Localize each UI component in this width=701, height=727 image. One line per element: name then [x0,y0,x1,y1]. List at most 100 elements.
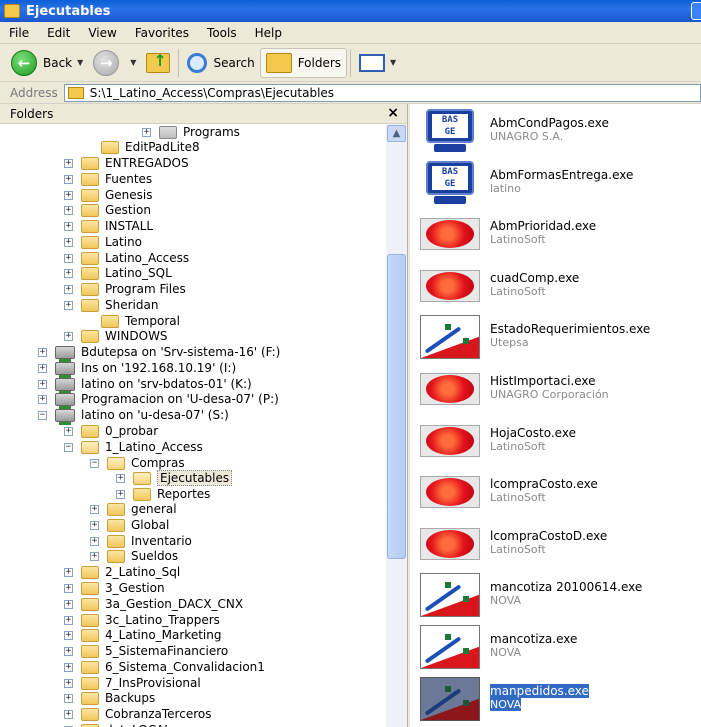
tree-item[interactable]: +4_Latino_Marketing [64,627,221,643]
back-button[interactable]: ← Back ▼ [6,47,88,79]
tree-item[interactable]: +datoLOCAL [64,722,171,727]
collapse-icon[interactable]: − [38,410,47,420]
scroll-up-icon[interactable]: ▲ [387,125,406,142]
tree-item[interactable]: + latino on 'srv-bdatos-01' (K:) [38,376,252,394]
tree-item[interactable]: + Inventario [90,533,192,549]
address-input[interactable]: S:\1_Latino_Access\Compras\Ejecutables [63,83,701,102]
views-dropdown-icon[interactable]: ▼ [390,58,396,67]
menu-file[interactable]: File [0,26,38,40]
file-item[interactable]: BAS GE AbmFormasEntrega.exe latino [418,157,701,207]
minimize-button[interactable] [691,2,701,20]
expand-icon[interactable]: + [64,615,73,625]
expand-icon[interactable]: + [64,583,73,593]
file-item[interactable]: lcompraCostoD.exe LatinoSoft [418,518,701,568]
expand-icon[interactable]: + [90,536,99,546]
tree-item[interactable]: + WINDOWS [64,328,168,344]
tree-item[interactable]: − latino on 'u-desa-07' (S:) [38,407,229,425]
expand-icon[interactable]: + [64,567,73,577]
tree-item[interactable]: + Sheridan [64,297,158,313]
folders-button[interactable]: Folders [259,47,348,78]
tree-item[interactable]: + ENTREGADOS [64,155,189,171]
menu-view[interactable]: View [79,26,125,40]
tree-item[interactable]: EditPadLite8 [84,139,200,155]
file-item[interactable]: HojaCosto.exe LatinoSoft [418,415,701,465]
expand-icon[interactable]: + [64,205,73,215]
tree-item[interactable]: + INSTALL [64,218,153,234]
file-item[interactable]: cuadComp.exe LatinoSoft [418,260,701,310]
tree-item[interactable]: + Backups [64,690,155,706]
tree-item[interactable]: +6_Sistema_Convalidacion1 [64,659,265,675]
tree-item[interactable]: + Ejecutables [116,470,233,486]
tree-item[interactable]: + Ins on '192.168.10.19' (I:) [38,360,236,378]
tree-item[interactable]: Temporal [84,313,180,329]
tree-item[interactable]: + Genesis [64,187,153,203]
collapse-icon[interactable]: − [64,442,73,452]
expand-icon[interactable]: + [64,221,73,231]
expand-icon[interactable]: + [64,426,73,436]
tree-item[interactable]: +2_Latino_Sql [64,564,180,580]
expand-icon[interactable]: + [90,551,99,561]
menu-help[interactable]: Help [246,26,291,40]
tree-item[interactable]: + Program Files [64,281,186,297]
file-item[interactable]: EstadoRequerimientos.exe Utepsa [418,311,701,361]
tree-item[interactable]: +3a_Gestion_DACX_CNX [64,596,243,612]
menu-edit[interactable]: Edit [38,26,79,40]
tree-item[interactable]: +3c_Latino_Trappers [64,612,220,628]
expand-icon[interactable]: + [90,520,99,530]
file-item[interactable]: BAS GE AbmCondPagos.exe UNAGRO S.A. [418,105,701,155]
expand-icon[interactable]: + [64,174,73,184]
expand-icon[interactable]: + [38,394,47,404]
tree-item[interactable]: +0_probar [64,423,158,439]
close-icon[interactable]: × [387,105,399,121]
tree-item[interactable]: − 1_Latino_Access [64,439,203,455]
folder-tree-scrollbar[interactable]: ▲ [386,124,407,727]
tree-item[interactable]: +5_SistemaFinanciero [64,643,228,659]
tree-item[interactable]: + general [90,501,177,517]
expand-icon[interactable]: + [64,331,73,341]
expand-icon[interactable]: + [38,379,47,389]
file-item[interactable]: lcompraCosto.exe LatinoSoft [418,466,701,516]
expand-icon[interactable]: + [116,489,125,499]
forward-dropdown-icon[interactable]: ▼ [130,58,136,67]
tree-item[interactable]: + CobranzaTerceros [64,706,211,722]
tree-item[interactable]: + Sueldos [90,548,178,564]
expand-icon[interactable]: + [64,300,73,310]
file-item[interactable]: manpedidos.exe NOVA [418,673,701,723]
tree-item[interactable]: + Programs [142,124,240,140]
menu-favorites[interactable]: Favorites [126,26,198,40]
expand-icon[interactable]: + [64,630,73,640]
tree-item[interactable]: + Fuentes [64,171,152,187]
file-item[interactable]: mancotiza.exe NOVA [418,621,701,671]
expand-icon[interactable]: + [90,504,99,514]
tree-item[interactable]: + Latino_SQL [64,265,172,281]
expand-icon[interactable]: + [116,473,125,483]
menu-tools[interactable]: Tools [198,26,246,40]
tree-item[interactable]: + Latino [64,234,142,250]
tree-item[interactable]: + Programacion on 'U-desa-07' (P:) [38,391,279,409]
collapse-icon[interactable]: − [90,458,99,468]
scrollbar-thumb[interactable] [387,254,406,559]
expand-icon[interactable]: + [64,237,73,247]
tree-item[interactable]: + Latino_Access [64,250,189,266]
expand-icon[interactable]: + [64,693,73,703]
tree-item[interactable]: + Reportes [116,486,210,502]
expand-icon[interactable]: + [64,709,73,719]
file-item[interactable]: AbmPrioridad.exe LatinoSoft [418,208,701,258]
up-folder-button[interactable] [141,47,175,79]
expand-icon[interactable]: + [64,599,73,609]
expand-icon[interactable]: + [38,363,47,373]
expand-icon[interactable]: + [64,284,73,294]
file-item[interactable]: HistImportaci.exe UNAGRO Corporación [418,363,701,413]
expand-icon[interactable]: + [64,268,73,278]
expand-icon[interactable]: + [64,190,73,200]
tree-item[interactable]: + Gestion [64,202,151,218]
file-item[interactable]: mancotiza 20100614.exe NOVA [418,569,701,619]
tree-item[interactable]: + Bdutepsa on 'Srv-sistema-16' (F:) [38,344,280,362]
expand-icon[interactable]: + [64,678,73,688]
expand-icon[interactable]: + [64,646,73,656]
views-button[interactable]: ▼ [354,47,401,79]
expand-icon[interactable]: + [64,253,73,263]
forward-button[interactable]: → ▼ [88,47,141,79]
tree-item[interactable]: − Compras [90,455,185,471]
expand-icon[interactable]: + [64,662,73,672]
